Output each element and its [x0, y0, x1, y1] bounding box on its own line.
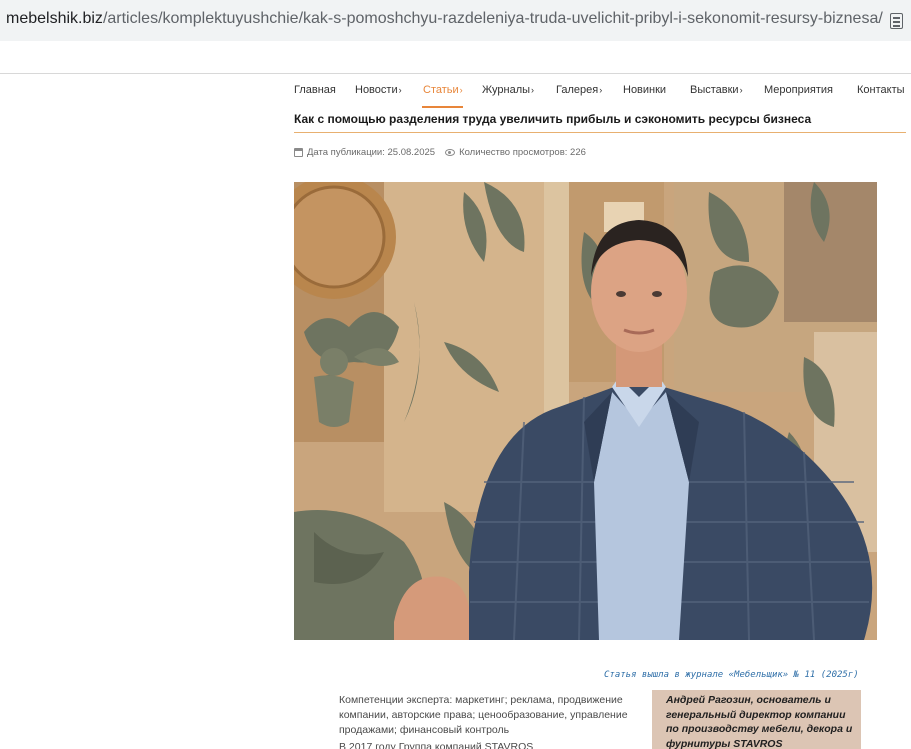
- header-divider: [0, 73, 911, 74]
- nav-item-home[interactable]: Главная: [294, 84, 336, 96]
- nav-item-new[interactable]: Новинки: [623, 84, 666, 96]
- chevron-right-icon: ›: [599, 85, 603, 95]
- nav-label: Главная: [294, 84, 336, 96]
- nav-label: Новости: [355, 84, 398, 96]
- chevron-right-icon: ›: [398, 85, 402, 95]
- nav-item-journals[interactable]: Журналы›: [482, 84, 534, 96]
- nav-label: Контакты: [857, 84, 905, 96]
- url-host: mebelshik.biz: [6, 10, 103, 27]
- expert-caption: Андрей Рагозин, основатель и генеральный…: [652, 690, 861, 749]
- nav-item-contacts[interactable]: Контакты: [857, 84, 905, 96]
- article-photo: [294, 182, 877, 640]
- nav-label: Журналы: [482, 84, 531, 96]
- journal-note[interactable]: Статья вышла в журнале «Мебельщик» № 11 …: [604, 670, 859, 680]
- nav-label: Галерея: [556, 84, 599, 96]
- title-divider: [294, 132, 906, 133]
- article-title: Как с помощью разделения труда увеличить…: [294, 112, 812, 126]
- chevron-right-icon: ›: [739, 85, 743, 95]
- nav-item-exhibitions[interactable]: Выставки›: [690, 84, 743, 96]
- nav-label: Новинки: [623, 84, 667, 96]
- eye-icon: [445, 149, 456, 156]
- article-body-start: В 2017 году Группа компаний STAVROS: [339, 741, 534, 749]
- chevron-right-icon: ›: [531, 85, 535, 95]
- nav-label: Мероприятия: [764, 84, 833, 96]
- calendar-icon: [294, 148, 303, 157]
- url-path: /articles/komplektuyushchie/kak-s-pomosh…: [102, 10, 883, 27]
- nav-item-news[interactable]: Новости›: [355, 84, 402, 96]
- url-text[interactable]: mebelshik.biz/articles/komplektuyushchie…: [6, 10, 883, 28]
- article-meta: Дата публикации: 25.08.2025 Количество п…: [294, 147, 586, 158]
- nav-label: Выставки: [690, 84, 739, 96]
- nav-item-gallery[interactable]: Галерея›: [556, 84, 602, 96]
- main-nav: Главная Новости› Статьи› Журналы› Галере…: [0, 84, 911, 108]
- publish-date: Дата публикации: 25.08.2025: [307, 147, 436, 158]
- nav-item-articles[interactable]: Статьи›: [423, 84, 463, 96]
- expert-competence: Компетенции эксперта: маркетинг; реклама…: [339, 694, 628, 736]
- page-top-strip: [0, 41, 911, 73]
- reader-mode-icon[interactable]: [890, 13, 903, 29]
- nav-active-underline: [422, 106, 463, 108]
- address-bar[interactable]: mebelshik.biz/articles/komplektuyushchie…: [0, 0, 911, 41]
- nav-item-events[interactable]: Мероприятия: [764, 84, 833, 96]
- views-count: Количество просмотров: 226: [459, 147, 586, 158]
- nav-label: Статьи: [423, 84, 459, 96]
- chevron-right-icon: ›: [459, 85, 463, 95]
